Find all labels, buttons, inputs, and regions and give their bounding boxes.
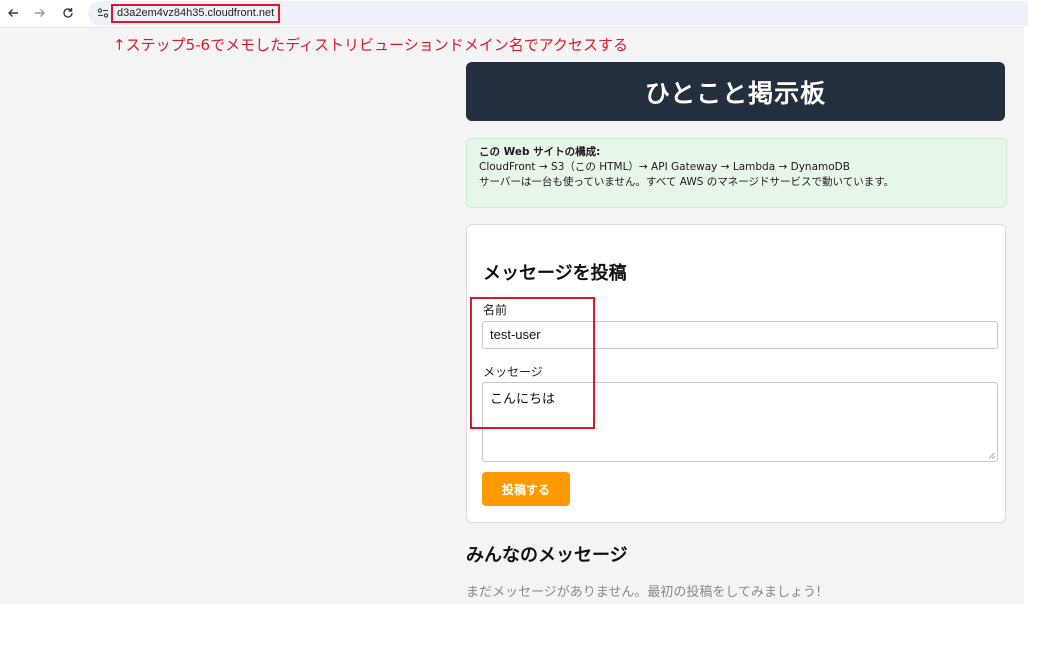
browser-toolbar: d3a2em4vz84h35.cloudfront.net — [0, 0, 1028, 28]
page-title: ひとこと掲示板 — [644, 78, 827, 108]
empty-messages-text: まだメッセージがありません。最初の投稿をしてみましょう! — [466, 585, 822, 600]
forward-arrow-icon[interactable] — [31, 4, 49, 22]
messages-section-title: みんなのメッセージ — [466, 545, 628, 566]
annotation-highlight-box — [470, 297, 595, 429]
annotation-instruction: ↑ステップ5-6でメモしたディストリビューションドメイン名でアクセスする — [113, 36, 628, 54]
back-arrow-icon[interactable] — [4, 4, 22, 22]
url-text[interactable]: d3a2em4vz84h35.cloudfront.net — [111, 4, 281, 23]
resize-grip-icon[interactable] — [988, 452, 995, 459]
architecture-info-box: この Web サイトの構成: CloudFront → S3（この HTML）→… — [466, 138, 1007, 208]
form-title: メッセージを投稿 — [483, 263, 627, 284]
info-note: サーバーは一台も使っていません。すべて AWS のマネージドサービスで動いていま… — [479, 176, 895, 188]
info-heading: この Web サイトの構成: — [479, 146, 601, 158]
header-banner: ひとこと掲示板 — [466, 62, 1005, 121]
reload-icon[interactable] — [59, 4, 77, 22]
site-info-icon[interactable] — [96, 5, 110, 21]
submit-button[interactable]: 投稿する — [482, 472, 570, 506]
info-architecture: CloudFront → S3（この HTML）→ API Gateway → … — [479, 161, 850, 173]
